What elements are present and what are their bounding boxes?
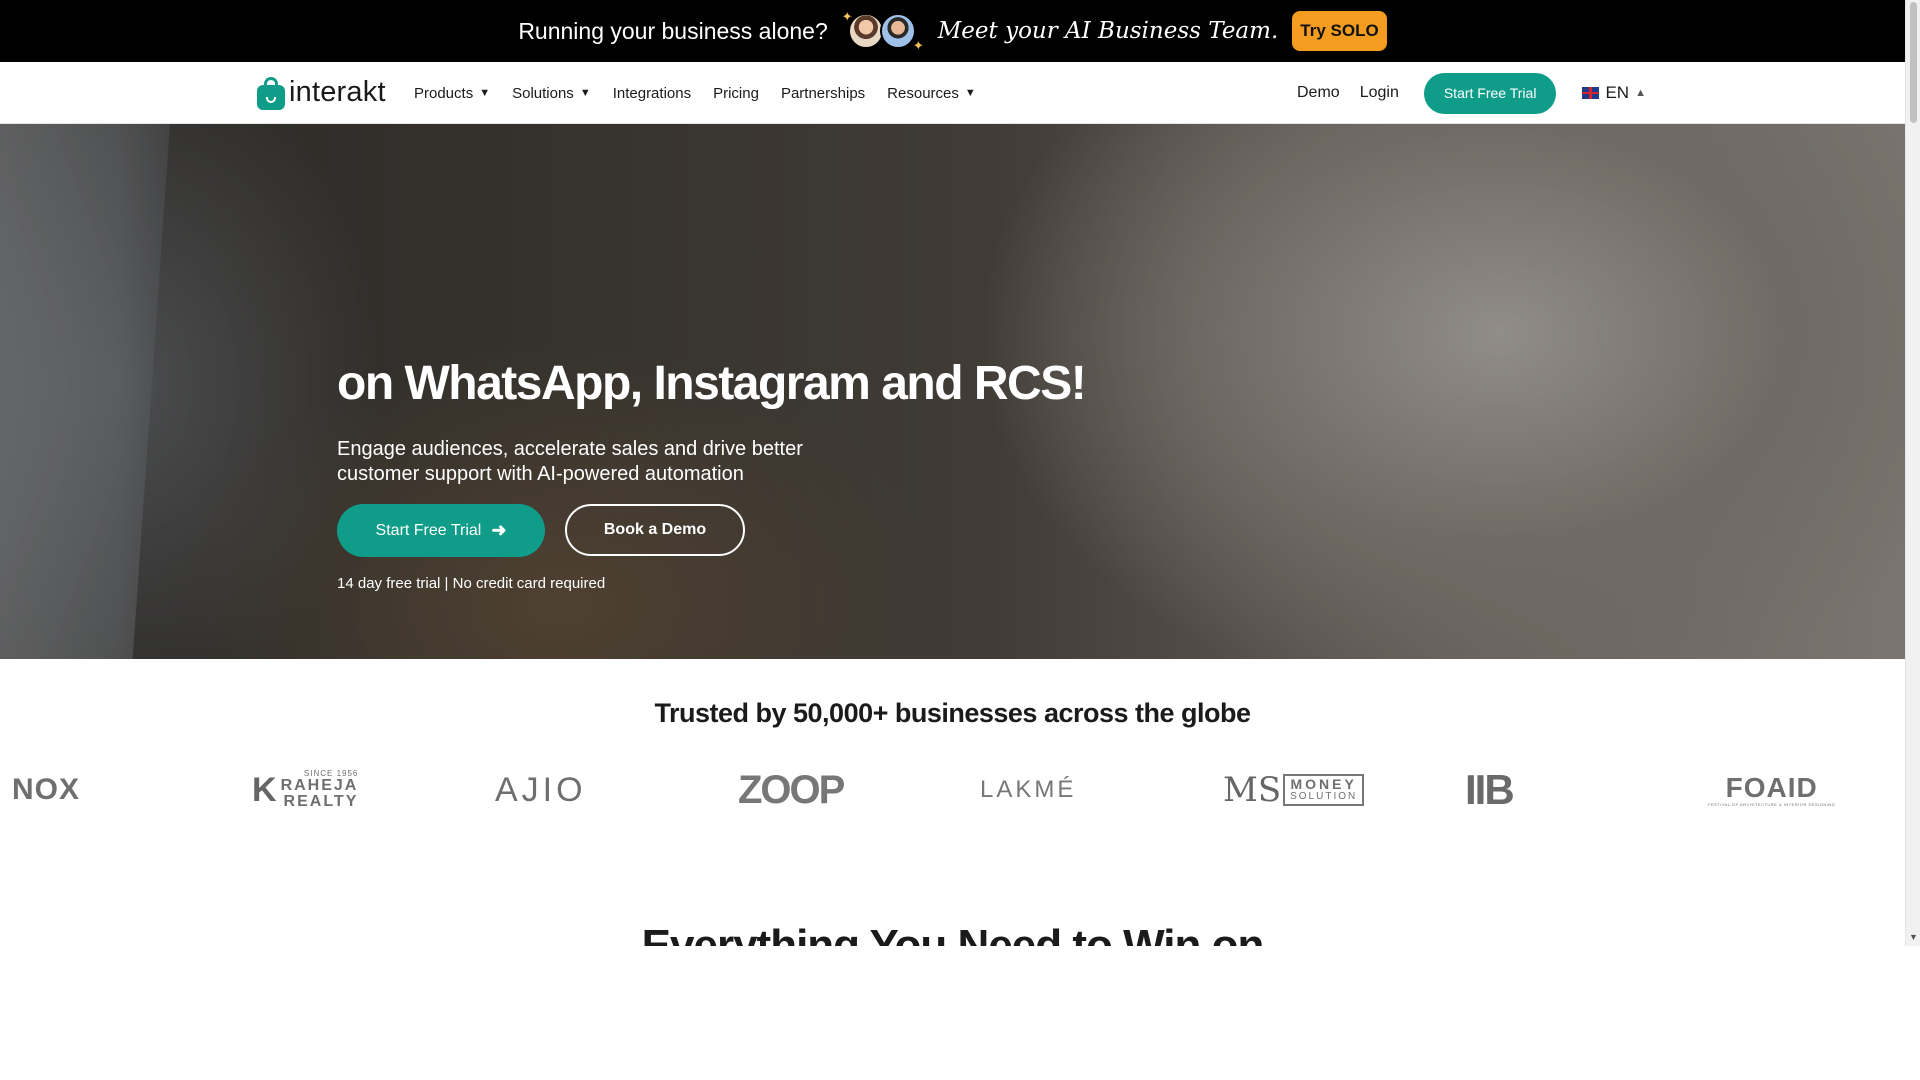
start-free-trial-button[interactable]: Start Free Trial ➜: [337, 504, 545, 557]
chevron-up-icon: ▲: [1635, 87, 1646, 99]
trusted-heading: Trusted by 50,000+ businesses across the…: [654, 698, 1251, 728]
client-logos: NOX K SINCE 1956 RAHEJA REALTY AJIO ZOOP…: [0, 765, 1905, 815]
hero-subtitle: Engage audiences, accelerate sales and d…: [337, 438, 803, 485]
scroll-down-arrow-icon[interactable]: ▼: [1909, 932, 1918, 942]
trial-note: 14 day free trial | No credit card requi…: [337, 575, 606, 592]
scrollbar-thumb[interactable]: [1910, 2, 1917, 123]
nav-item-resources[interactable]: Resources ▼: [887, 85, 976, 102]
demo-link[interactable]: Demo: [1297, 84, 1340, 102]
nav-actions: Demo Login Start Free Trial EN ▲: [1297, 62, 1646, 124]
logo-zoop: ZOOP: [738, 767, 845, 812]
chevron-down-icon: ▼: [964, 87, 976, 99]
hero-content: on WhatsApp, Instagram and RCS! Engage a…: [337, 356, 1087, 592]
sparkle-icon: ✦: [912, 38, 924, 53]
login-link[interactable]: Login: [1360, 84, 1399, 102]
logo-nox: NOX: [12, 773, 81, 806]
try-solo-button[interactable]: Try SOLO: [1292, 11, 1387, 51]
promo-text: Running your business alone?: [518, 17, 828, 44]
hero-title: on WhatsApp, Instagram and RCS!: [337, 357, 1087, 410]
uk-flag-icon: [1582, 87, 1600, 99]
start-free-trial-nav-button[interactable]: Start Free Trial: [1423, 72, 1557, 114]
scrollbar[interactable]: ▼: [1905, 0, 1920, 946]
team-avatars: ✦ ✦: [842, 8, 924, 54]
nav-item-solutions[interactable]: Solutions ▼: [512, 85, 591, 102]
logo-iib: IIB: [1465, 766, 1515, 813]
promo-tagline: Meet your AI Business Team.: [937, 18, 1279, 44]
logo[interactable]: interakt: [257, 76, 386, 110]
hero-section: on WhatsApp, Instagram and RCS! Engage a…: [0, 124, 1905, 659]
language-selector[interactable]: EN ▲: [1582, 83, 1646, 103]
logo-ajio: AJIO: [495, 770, 587, 809]
book-demo-button[interactable]: Book a Demo: [565, 504, 745, 556]
chevron-down-icon: ▼: [479, 87, 491, 99]
language-code: EN: [1605, 83, 1630, 102]
avatar: [847, 13, 884, 49]
shopping-bag-logo-icon: [257, 76, 285, 110]
logo-foaid: FOAID FESTIVAL OF ARCHITECTURE & INTERIO…: [1708, 771, 1836, 807]
next-section: Everything You Need to Win on: [0, 920, 1905, 947]
nav-item-pricing[interactable]: Pricing: [713, 85, 759, 102]
next-section-heading: Everything You Need to Win on: [641, 921, 1265, 947]
nav-item-integrations[interactable]: Integrations: [613, 85, 691, 102]
logo-money-solution: MS MONEY SOLUTION: [1223, 765, 1365, 815]
logo-text: interakt: [289, 76, 386, 108]
promo-bar: Running your business alone? ✦ ✦ Meet yo…: [0, 0, 1905, 62]
nav-links: Products ▼ Solutions ▼ Integrations Pric…: [414, 62, 976, 124]
chevron-down-icon: ▼: [579, 87, 591, 99]
arrow-right-icon: ➜: [491, 520, 507, 540]
navbar: interakt Products ▼ Solutions ▼ Integrat…: [0, 62, 1905, 124]
nav-item-products[interactable]: Products ▼: [414, 85, 490, 102]
nav-item-partnerships[interactable]: Partnerships: [781, 85, 865, 102]
logo-lakme: LAKMÉ: [980, 776, 1077, 803]
logo-raheja-realty: K SINCE 1956 RAHEJA REALTY: [252, 769, 359, 810]
avatar: [879, 13, 916, 49]
hero-ctas: Start Free Trial ➜ Book a Demo: [337, 504, 1085, 557]
